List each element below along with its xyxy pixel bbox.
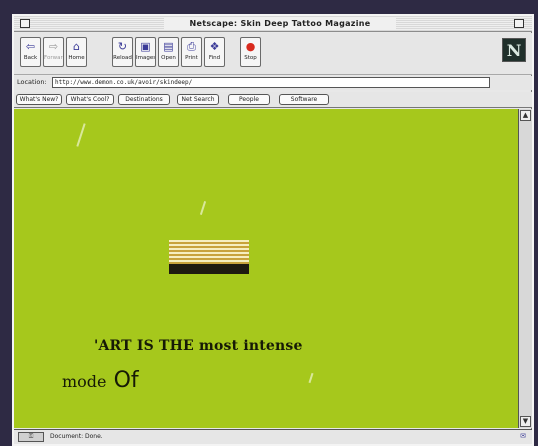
- status-text: Document: Done.: [50, 433, 103, 440]
- whats-new-button[interactable]: What's New?: [16, 94, 62, 105]
- home-icon: ⌂: [73, 40, 80, 53]
- back-button[interactable]: ⇦ Back: [20, 37, 41, 67]
- security-key-icon[interactable]: ⚿: [18, 432, 44, 442]
- page-content: 'ART IS THE most intense mode Of: [14, 109, 518, 428]
- close-box[interactable]: [20, 19, 30, 28]
- headline-mode: mode: [62, 372, 107, 391]
- destinations-button[interactable]: Destinations: [118, 94, 170, 105]
- url-field[interactable]: http://www.demon.co.uk/avoir/skindeep/: [52, 77, 490, 88]
- images-button[interactable]: ▣ Images: [135, 37, 156, 67]
- headline-of: Of: [113, 368, 139, 393]
- open-icon: ▤: [163, 40, 174, 53]
- browser-window: Netscape: Skin Deep Tattoo Magazine ⇦ Ba…: [12, 14, 534, 446]
- headline-line1: 'ART IS THE most intense: [94, 338, 303, 354]
- whats-cool-button[interactable]: What's Cool?: [66, 94, 114, 105]
- banner-gold-stripes: [169, 240, 249, 264]
- people-button[interactable]: People: [228, 94, 270, 105]
- location-bar: Location: http://www.demon.co.uk/avoir/s…: [14, 76, 532, 90]
- banner-dark-band: [169, 264, 249, 274]
- stop-icon: ●: [245, 40, 256, 53]
- reload-icon: ↻: [117, 40, 128, 53]
- images-icon: ▣: [140, 40, 151, 53]
- vertical-scrollbar[interactable]: ▲ ▼: [518, 109, 532, 428]
- binoculars-icon: ❖: [209, 40, 220, 53]
- window-title: Netscape: Skin Deep Tattoo Magazine: [164, 17, 396, 30]
- status-bar: ⚿ Document: Done. ✉: [14, 429, 532, 444]
- find-button[interactable]: ❖ Find: [204, 37, 225, 67]
- open-button[interactable]: ▤ Open: [158, 37, 179, 67]
- software-button[interactable]: Software: [279, 94, 329, 105]
- headline-line2: mode Of: [62, 368, 139, 393]
- forward-button[interactable]: ⇨ Forward: [43, 37, 64, 67]
- scroll-down-arrow-icon[interactable]: ▼: [520, 416, 531, 427]
- texture-streak: [308, 372, 314, 384]
- home-button[interactable]: ⌂ Home: [66, 37, 87, 67]
- netscape-logo: N: [502, 38, 526, 62]
- net-search-button[interactable]: Net Search: [177, 94, 219, 105]
- mail-icon[interactable]: ✉: [520, 432, 526, 440]
- zoom-box[interactable]: [514, 19, 524, 28]
- reload-button[interactable]: ↻ Reload: [112, 37, 133, 67]
- location-label: Location:: [17, 78, 47, 86]
- printer-icon: ⎙: [187, 40, 196, 53]
- texture-streak: [76, 123, 86, 147]
- title-bar[interactable]: Netscape: Skin Deep Tattoo Magazine: [14, 16, 532, 32]
- toolbar: ⇦ Back ⇨ Forward ⌂ Home ↻ Reload ▣ Image…: [14, 33, 532, 75]
- stop-button[interactable]: ● Stop: [240, 37, 261, 67]
- scroll-up-arrow-icon[interactable]: ▲: [520, 110, 531, 121]
- directory-bar: What's New? What's Cool? Destinations Ne…: [14, 92, 532, 108]
- texture-streak: [199, 201, 207, 215]
- print-button[interactable]: ⎙ Print: [181, 37, 202, 67]
- back-arrow-icon: ⇦: [25, 40, 36, 53]
- forward-arrow-icon: ⇨: [48, 40, 59, 53]
- banner-image[interactable]: [169, 240, 249, 274]
